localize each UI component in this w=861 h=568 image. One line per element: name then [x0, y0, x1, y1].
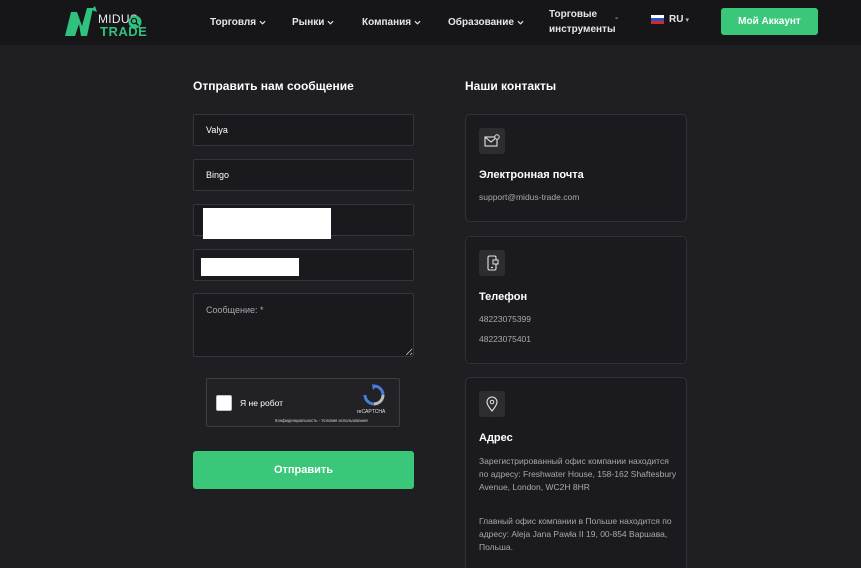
nav-markets-label: Рынки — [292, 17, 325, 28]
recaptcha-widget: Я не робот reCAPTCHA Конфиденциальность … — [206, 378, 400, 427]
form-title: Отправить нам сообщение — [193, 79, 354, 93]
address-card: Адрес Зарегистрированный офис компании н… — [465, 377, 687, 568]
nav-trading-label: Торговля — [210, 17, 257, 28]
nav-trading-instruments[interactable]: Торговые инструменты — [549, 7, 616, 37]
registered-office-address: Зарегистрированный офис компании находит… — [479, 456, 677, 492]
last-name-input[interactable] — [193, 159, 414, 191]
captcha-label: Я не робот — [240, 398, 284, 408]
language-selector[interactable]: RU ▾ — [651, 14, 689, 25]
magnifier-icon — [128, 15, 142, 29]
email-card: Электронная почта support@midus-trade.co… — [465, 114, 687, 222]
nav-education[interactable]: Образование — [448, 0, 524, 45]
captcha-links[interactable]: Конфиденциальность - Условия использован… — [275, 418, 368, 423]
chevron-down-icon — [414, 20, 421, 25]
address-card-title: Адрес — [479, 432, 513, 444]
chevron-down-icon — [327, 20, 334, 25]
logo-mark-icon — [65, 6, 97, 36]
redacted-phone-value — [201, 258, 299, 276]
nav-education-label: Образование — [448, 17, 514, 28]
chevron-down-icon — [259, 20, 266, 25]
phone-card-title: Телефон — [479, 291, 528, 303]
captcha-brand: reCAPTCHA — [357, 409, 386, 415]
midus-trade-logo[interactable]: MIDUS TRADE — [64, 6, 148, 40]
nav-trading[interactable]: Торговля — [210, 0, 266, 45]
location-pin-icon — [479, 391, 505, 417]
mail-icon — [479, 128, 505, 154]
contact-page: MIDUS TRADE Торговля Рынки Компания Обра… — [0, 0, 861, 568]
phone-card: Телефон 48223075399 48223075401 — [465, 236, 687, 364]
caret-down-icon: ▾ — [685, 16, 689, 24]
language-label: RU — [669, 14, 684, 25]
email-card-title: Электронная почта — [479, 169, 584, 181]
redacted-email-value — [203, 208, 331, 239]
contacts-title: Наши контакты — [465, 79, 557, 93]
phone-number-2[interactable]: 48223075401 — [479, 333, 531, 346]
submit-button[interactable]: Отправить — [193, 451, 414, 489]
nav-instruments-line2: инструменты — [549, 24, 616, 35]
top-navbar: MIDUS TRADE Торговля Рынки Компания Обра… — [0, 0, 861, 45]
email-address-link[interactable]: support@midus-trade.com — [479, 191, 579, 204]
chevron-down-icon — [517, 20, 524, 25]
russia-flag-icon — [651, 15, 664, 24]
nav-instruments-marker: - — [615, 13, 619, 24]
nav-company-label: Компания — [362, 17, 412, 28]
poland-office-address: Главный офис компании в Польше находится… — [479, 516, 672, 552]
captcha-checkbox[interactable] — [216, 395, 232, 411]
nav-company[interactable]: Компания — [362, 0, 421, 45]
my-account-button[interactable]: Мой Аккаунт — [721, 8, 818, 35]
phone-number-1[interactable]: 48223075399 — [479, 313, 531, 326]
nav-instruments-line1: Торговые — [549, 9, 598, 20]
first-name-input[interactable] — [193, 114, 414, 146]
nav-markets[interactable]: Рынки — [292, 0, 334, 45]
recaptcha-logo-icon — [363, 384, 385, 406]
message-textarea[interactable] — [193, 293, 414, 357]
phone-icon — [479, 250, 505, 276]
